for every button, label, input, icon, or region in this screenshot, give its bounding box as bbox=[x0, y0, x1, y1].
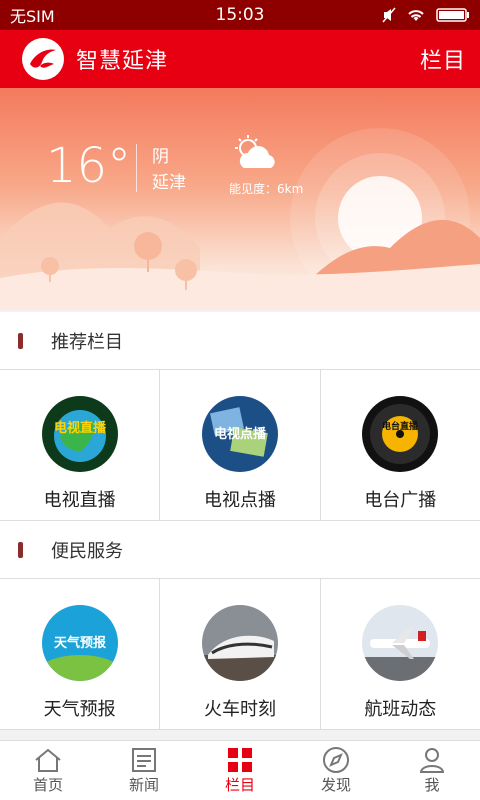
weather-condition-block: 阴 延津 bbox=[152, 144, 186, 196]
wifi-icon bbox=[408, 10, 424, 21]
section-title: 推荐栏目 bbox=[51, 332, 123, 353]
weather-forecast-thumbnail: 天气预报 bbox=[41, 605, 118, 681]
recommended-grid: 电视直播 电视直播 电视点播 电视点播 电台直播 电台广播 bbox=[0, 369, 480, 521]
column-button[interactable]: 栏目 bbox=[420, 43, 466, 75]
tile-label: 天气预报 bbox=[43, 699, 116, 720]
tab-home[interactable]: 首页 bbox=[0, 741, 96, 800]
flight-thumbnail bbox=[362, 605, 439, 681]
section-header-recommended: 推荐栏目 bbox=[0, 312, 480, 370]
tv-live-thumbnail: 电视直播 bbox=[41, 396, 118, 472]
bottom-tab-bar: 首页 新闻 栏目 发现 我 bbox=[0, 740, 480, 800]
mute-icon bbox=[382, 7, 396, 23]
tab-label: 发现 bbox=[320, 776, 351, 794]
temperature: 16° bbox=[46, 138, 132, 194]
carrier-label: 无SIM bbox=[10, 7, 55, 26]
swallow-logo-icon bbox=[30, 49, 56, 68]
tv-live-thumb-text: 电视直播 bbox=[54, 420, 107, 436]
app-header: 智慧延津 栏目 bbox=[0, 30, 480, 88]
tile-tv-vod[interactable]: 电视点播 电视点播 bbox=[160, 370, 320, 520]
radio-thumb-text: 电台直播 bbox=[382, 420, 419, 432]
tab-label: 新闻 bbox=[128, 776, 159, 794]
tab-columns[interactable]: 栏目 bbox=[192, 741, 288, 800]
tv-vod-thumb-text: 电视点播 bbox=[214, 426, 267, 442]
tile-flight-status[interactable]: 航班动态 bbox=[320, 579, 480, 729]
section-title: 便民服务 bbox=[51, 541, 123, 562]
landscape-illustration bbox=[0, 128, 480, 310]
tile-weather-forecast[interactable]: 天气预报 天气预报 bbox=[0, 579, 160, 729]
services-grid: 天气预报 天气预报 火车时刻 航班动态 bbox=[0, 578, 480, 730]
grid-icon bbox=[228, 748, 252, 772]
compass-icon bbox=[323, 747, 349, 773]
section-marker bbox=[18, 333, 23, 349]
tile-label: 火车时刻 bbox=[203, 699, 276, 720]
section-marker bbox=[18, 542, 23, 558]
tile-tv-live[interactable]: 电视直播 电视直播 bbox=[0, 370, 160, 520]
weather-condition: 阴 bbox=[152, 147, 169, 167]
app-title: 智慧延津 bbox=[76, 49, 169, 74]
weather-location: 延津 bbox=[152, 173, 186, 193]
user-icon bbox=[419, 748, 445, 773]
tab-me[interactable]: 我 bbox=[384, 741, 480, 800]
tab-label: 我 bbox=[424, 776, 440, 794]
tile-label: 航班动态 bbox=[364, 699, 437, 720]
news-icon bbox=[132, 748, 156, 772]
home-icon bbox=[35, 748, 61, 772]
tab-label: 首页 bbox=[32, 776, 63, 794]
radio-thumbnail: 电台直播 bbox=[362, 396, 439, 472]
weather-thumb-text: 天气预报 bbox=[54, 635, 107, 651]
tab-discover[interactable]: 发现 bbox=[288, 741, 384, 800]
weather-divider bbox=[136, 144, 137, 192]
visibility-text: 能见度：6km bbox=[229, 182, 304, 196]
tile-label: 电视直播 bbox=[43, 490, 116, 511]
section-header-services: 便民服务 bbox=[0, 521, 480, 579]
tv-vod-thumbnail: 电视点播 bbox=[201, 396, 278, 472]
tab-label: 栏目 bbox=[224, 776, 255, 794]
weather-banner: 16° 阴 延津 能见度：6km bbox=[0, 88, 480, 310]
tile-label: 电台广播 bbox=[364, 490, 437, 511]
status-bar: 无SIM 15:03 bbox=[0, 0, 480, 30]
partly-cloudy-icon bbox=[235, 135, 275, 168]
tile-train-schedule[interactable]: 火车时刻 bbox=[160, 579, 320, 729]
tile-label: 电视点播 bbox=[203, 490, 276, 511]
tile-radio[interactable]: 电台直播 电台广播 bbox=[320, 370, 480, 520]
app-logo bbox=[22, 38, 64, 80]
train-thumbnail bbox=[201, 605, 278, 681]
tab-news[interactable]: 新闻 bbox=[96, 741, 192, 800]
battery-icon bbox=[436, 8, 469, 22]
